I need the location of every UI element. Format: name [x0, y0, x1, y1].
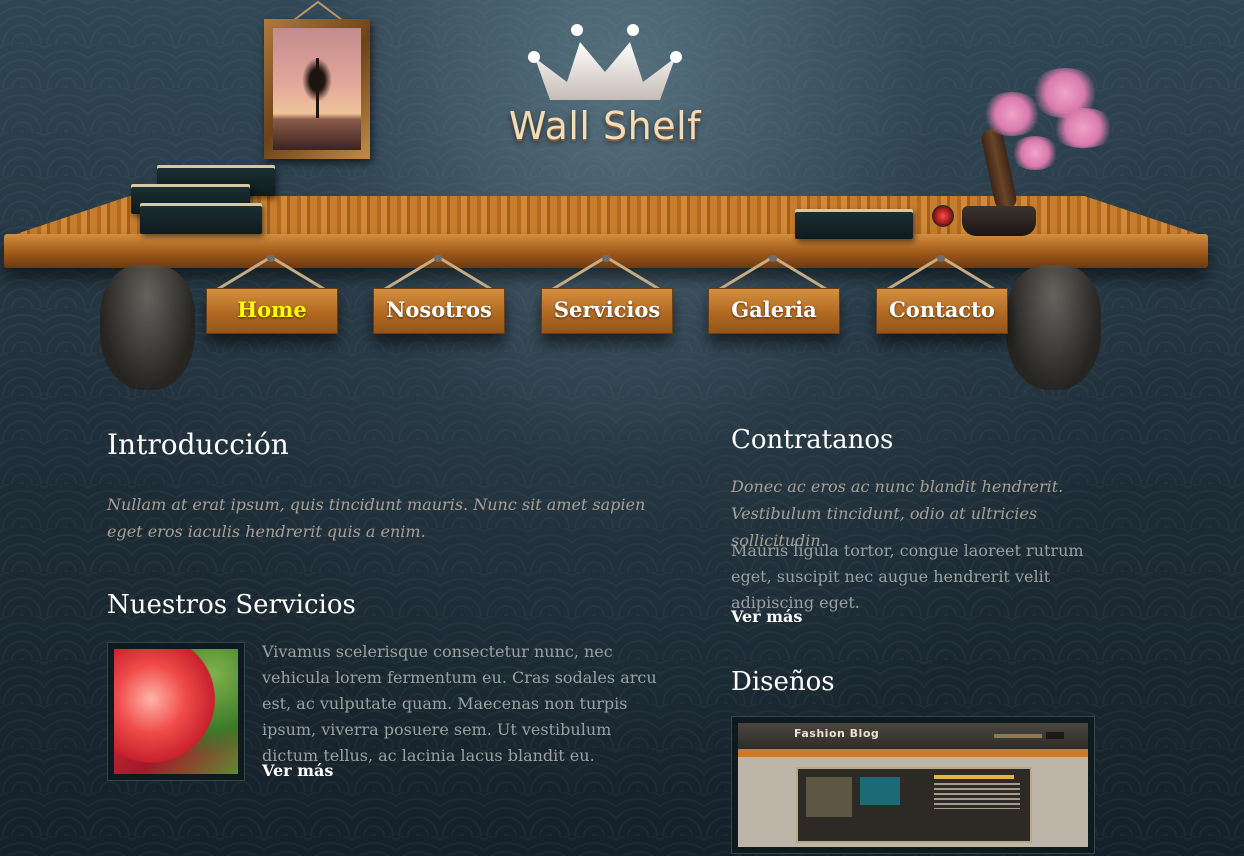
nav-item-nosotros[interactable]: Nosotros	[373, 288, 505, 334]
nav-item-home[interactable]: Home	[206, 288, 338, 334]
nav-item-galeria[interactable]: Galeria	[708, 288, 840, 334]
services-thumbnail	[107, 642, 245, 781]
flower-image	[114, 649, 238, 774]
nav-item-contacto[interactable]: Contacto	[876, 288, 1008, 334]
crown-logo-icon	[525, 20, 685, 105]
stapler-decoration	[932, 205, 954, 227]
left-shelf-bracket	[100, 265, 195, 390]
services-more-link[interactable]: Ver más	[262, 761, 333, 780]
nav-item-servicios[interactable]: Servicios	[541, 288, 673, 334]
contact-text: Mauris ligula tortor, congue laoreet rut…	[731, 541, 1084, 612]
book-decoration	[795, 209, 913, 239]
contact-heading: Contratanos	[731, 425, 894, 455]
contact-more-link[interactable]: Ver más	[731, 607, 802, 626]
designs-heading: Diseños	[731, 667, 835, 697]
services-heading: Nuestros Servicios	[107, 590, 356, 620]
site-logo-text[interactable]: Wall Shelf	[460, 104, 750, 148]
intro-heading: Introducción	[107, 428, 289, 461]
intro-text: Nullam at erat ipsum, quis tincidunt mau…	[107, 495, 646, 541]
nav-rope	[551, 254, 661, 291]
picture-hanging-wire	[292, 0, 344, 20]
services-text: Vivamus scelerisque consectetur nunc, ne…	[262, 642, 657, 765]
nav-rope	[718, 254, 828, 291]
nav-rope	[216, 254, 326, 291]
framed-tree-picture	[264, 19, 370, 159]
nav-rope	[886, 254, 996, 291]
nav-rope	[383, 254, 493, 291]
right-shelf-bracket	[1006, 265, 1101, 390]
design-preview-title: Fashion Blog	[794, 727, 880, 740]
design-preview[interactable]: Fashion Blog	[731, 716, 1095, 854]
